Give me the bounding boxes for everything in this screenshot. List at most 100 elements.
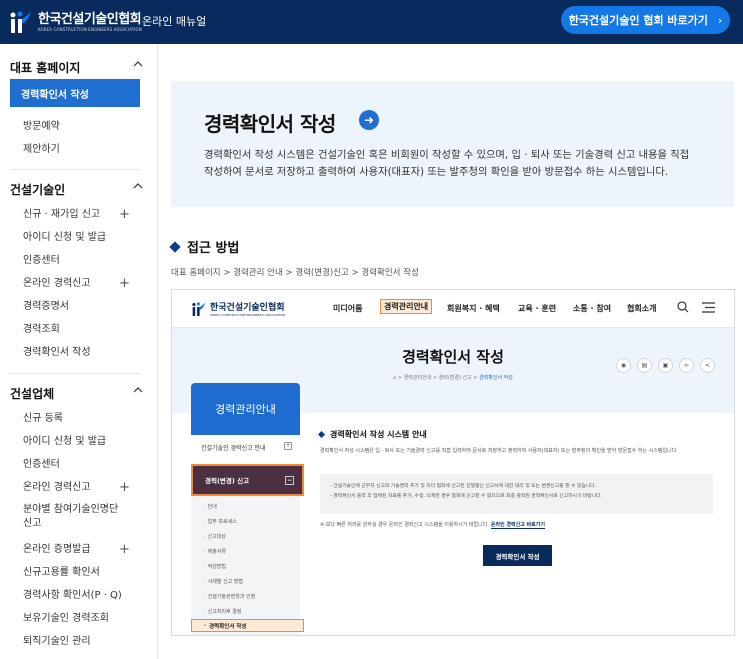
chevron-up-icon (133, 183, 143, 189)
divider (10, 373, 140, 374)
sidebar-item-employment-rate[interactable]: 신규고용률 확인서 (23, 566, 143, 580)
sidebar-item-label: 인증센터 (23, 459, 60, 470)
screenshot-info-line: - 경력확인서 출력 후 업체된 자료를 추가, 수정, 삭제한 경우 협회에 … (330, 494, 603, 499)
section-title: 접근 방법 (187, 241, 240, 256)
sidebar-item-company-id-request[interactable]: 아이디 신청 및 발급 (23, 435, 143, 449)
association-home-button[interactable]: 한국건설기술인 협회 바로가기 › (561, 6, 730, 34)
sidebar-item-label: 온라인 경력신고 (23, 278, 91, 289)
sidebar-item-label: 온라인 경력신고 (23, 482, 91, 493)
arrow-right-icon[interactable]: ➜ (359, 110, 379, 130)
plus-icon[interactable]: + (119, 543, 130, 557)
screenshot-tools: ◉ ▤ ▣ ∞ < (616, 358, 721, 373)
sidebar-section-engineer[interactable]: 건설기술인 (10, 181, 143, 198)
divider (10, 169, 140, 170)
sidebar-item-auth-center[interactable]: 인증센터 (23, 254, 143, 268)
screenshot-submenu-item: 업무 프로세스 (203, 518, 237, 525)
screenshot-logo: 한국건설기술인협회 KOREA CONSTRUCTION ENGINEERS A… (192, 300, 285, 317)
screenshot-submenu-item: 신고대상 (203, 533, 226, 540)
screenshot-side-item-label: 경력(변경) 신고 (205, 477, 250, 485)
sidebar-item-career-confirmation-active[interactable]: 경력확인서 작성 (10, 79, 140, 107)
sidebar-item-staff-career-lookup[interactable]: 보유기술인 경력조회 (23, 612, 143, 626)
screenshot-nav: 한국건설기술인협회 KOREA CONSTRUCTION ENGINEERS A… (172, 290, 734, 328)
sidebar-item-online-certificate[interactable]: 온라인 증명발급 + (23, 543, 143, 557)
screenshot-submenu-item: 안내 (203, 503, 217, 510)
screenshot-write-button: 경력확인서 작성 (483, 545, 552, 566)
sidebar-item-label: 신고 (23, 518, 42, 529)
sidebar-item-participant-list[interactable]: 분야별 참여기술인명단 신고 (23, 503, 143, 531)
sidebar-section-title: 건설업체 (10, 387, 55, 401)
chevron-right-icon: › (717, 13, 723, 27)
screenshot-breadcrumb: ⌂ > 경력관리안내 > 경력(변경) 신고 > 경력확인서 작성 (172, 374, 734, 381)
screenshot-breadcrumb-current: 경력확인서 작성 (479, 375, 513, 381)
logo[interactable]: 한국건설기술인협회 KOREA CONSTRUCTION ENGINEERS A… (10, 7, 142, 37)
screenshot-info-box: - 건설기술인에 근무처 신고와 기술경력 추가 및 미더 협회에 신고된 진행… (320, 474, 713, 514)
screenshot-submenu-item: 제출서류 (203, 548, 226, 555)
sidebar-item-label: 신규고용률 확인서 (23, 567, 100, 578)
sidebar-item-career-certificate[interactable]: 경력증명서 (23, 300, 143, 314)
chevron-up-icon (133, 61, 143, 67)
screenshot-menu-about: 협회소개 (627, 304, 657, 313)
screenshot-breadcrumb-path: ⌂ > 경력관리안내 > 경력(변경) 신고 > (393, 375, 480, 381)
page-title: 경력확인서 작성 (204, 112, 336, 136)
sidebar-item-new-registration[interactable]: 신규 등록 (23, 412, 143, 426)
sidebar-item-retired-management[interactable]: 퇴직기술인 관리 (23, 635, 143, 649)
sidebar-item-company-online-career-report[interactable]: 온라인 경력신고 + (23, 481, 143, 495)
sidebar-item-pq-confirmation[interactable]: 경력사항 확인서(P · Q) (23, 589, 143, 603)
sidebar-item-label: 신규 등록 (23, 413, 63, 424)
save-icon: ▣ (658, 358, 673, 373)
sidebar-item-label: 경력확인서 작성 (23, 347, 91, 358)
sidebar-section-company[interactable]: 건설업체 (10, 385, 143, 402)
share-icon: < (700, 358, 715, 373)
screenshot-content-title-text: 경력확인서 작성 시스템 안내 (330, 430, 427, 439)
screenshot-submenu-item: 작성방법 (203, 563, 226, 570)
screenshot-submenu-item: 신고처리후 결정 (203, 608, 242, 615)
plus-icon[interactable]: + (119, 277, 130, 291)
sidebar-item-label: 퇴직기술인 관리 (23, 636, 91, 647)
screenshot-info-line: - 건설기술인에 근무처 신고와 기술경력 추가 및 미더 협회에 신고된 진행… (330, 484, 597, 489)
sidebar-item-label: 인증센터 (23, 255, 60, 266)
plus-icon[interactable]: + (119, 481, 130, 495)
screenshot-submenu-item: 사례별 신고 방법 (203, 578, 243, 585)
print-icon: ◉ (616, 358, 631, 373)
screenshot-note: ※ 보다 빠른 처리를 원하실 경우 온라인 경력신고 시스템을 이용하시기 바… (320, 521, 545, 529)
manual-label: 온라인 매뉴얼 (142, 15, 207, 28)
plus-icon[interactable]: + (119, 208, 130, 222)
sidebar-item-new-join[interactable]: 신규 · 재가입 신고 + (23, 208, 143, 222)
screenshot-side-menu: 건설기술인 경력신고 안내 + 경력(변경) 신고 − 안내 업무 프로세스 신… (191, 435, 304, 635)
sidebar-item-company-auth-center[interactable]: 인증센터 (23, 458, 143, 472)
screenshot-submenu-item: 건설기술관련학과 인정 (203, 593, 256, 600)
screenshot-note-link: 온라인 경력신고 바로가기 (490, 522, 545, 529)
screenshot-submenu-selected: 경력확인서 작성 (191, 619, 304, 632)
logo-icon (192, 301, 206, 316)
guide-screenshot: 한국건설기술인협회 KOREA CONSTRUCTION ENGINEERS A… (171, 289, 735, 636)
search-icon (677, 301, 689, 313)
screenshot-logo-title: 한국건설기술인협회 (210, 303, 285, 313)
screenshot-side-item-label: 건설기술인 경력신고 안내 (201, 445, 266, 452)
screenshot-menu-media: 미디어룸 (333, 304, 363, 313)
sidebar-item-label: 방문예약 (23, 121, 60, 132)
sidebar-section-title: 건설기술인 (10, 183, 66, 197)
top-bar: 한국건설기술인협회 KOREA CONSTRUCTION ENGINEERS A… (0, 0, 743, 44)
logo-icon (10, 11, 31, 33)
diamond-bullet-icon (317, 430, 326, 439)
screenshot-menu-education: 교육 · 훈련 (518, 304, 557, 313)
screenshot-side-item: 건설기술인 경력신고 안내 + (191, 442, 300, 461)
menu-icon (702, 302, 715, 313)
sidebar-item-visit-reservation[interactable]: 방문예약 (23, 120, 143, 134)
breadcrumb: 대표 홈페이지 > 경력관리 안내 > 경력(변경)신고 > 경력확인서 작성 (171, 268, 419, 278)
sidebar-item-career-lookup[interactable]: 경력조회 (23, 323, 143, 337)
sidebar-item-career-confirmation[interactable]: 경력확인서 작성 (23, 346, 143, 360)
page-banner: 경력확인서 작성 ➜ 경력확인서 작성 시스템은 건설기술인 혹은 비회원이 작… (171, 81, 734, 207)
sidebar-item-label: 보유기술인 경력조회 (23, 613, 109, 624)
sidebar: 대표 홈페이지 경력확인서 작성 방문예약 제안하기 건설기술인 신규 · 재가… (0, 44, 158, 659)
screenshot-logo-subtitle: KOREA CONSTRUCTION ENGINEERS ASSOCIATION (210, 313, 285, 317)
association-home-label: 한국건설기술인 협회 바로가기 (568, 14, 708, 27)
sidebar-section-homepage[interactable]: 대표 홈페이지 (10, 59, 143, 76)
plus-icon: + (284, 442, 292, 450)
sidebar-item-online-career-report[interactable]: 온라인 경력신고 + (23, 277, 143, 291)
sidebar-item-suggestion[interactable]: 제안하기 (23, 143, 143, 157)
chevron-up-icon (133, 387, 143, 393)
sidebar-section-title: 대표 홈페이지 (10, 61, 81, 75)
sidebar-item-id-request[interactable]: 아이디 신청 및 발급 (23, 231, 143, 245)
screenshot-content-title: 경력확인서 작성 시스템 안내 (317, 429, 427, 440)
